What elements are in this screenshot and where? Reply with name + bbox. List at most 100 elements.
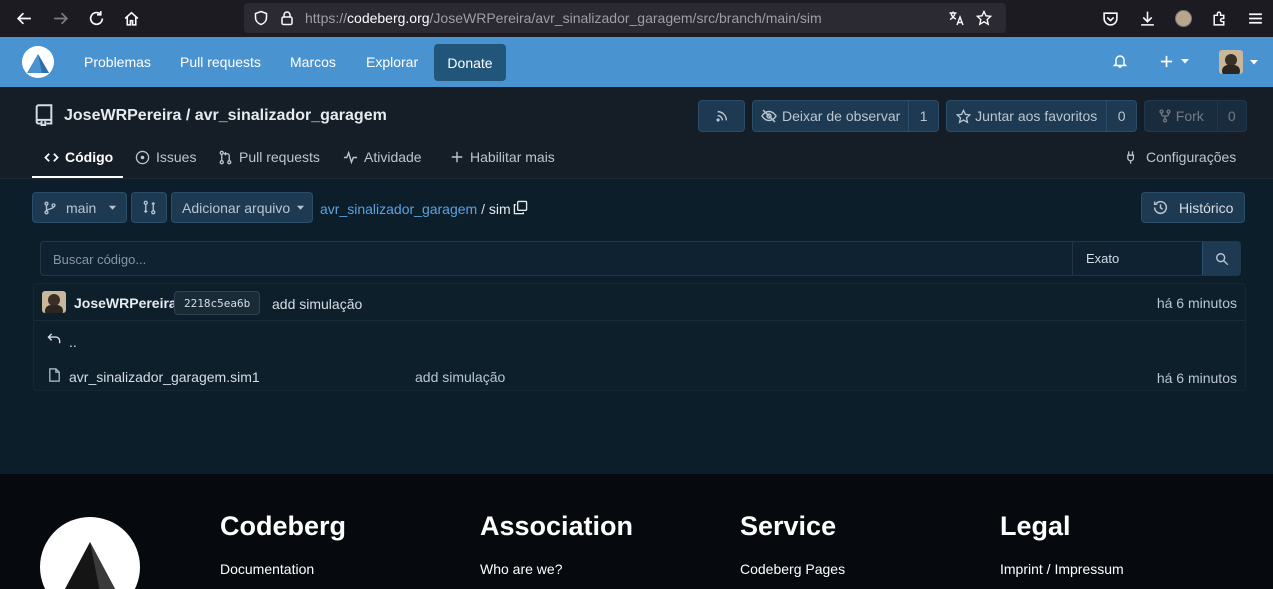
file-icon xyxy=(47,367,63,383)
star-icon xyxy=(956,108,972,124)
codeberg-logo[interactable] xyxy=(22,46,54,78)
repo-title[interactable]: JoseWRPereira / avr_sinalizador_garagem xyxy=(64,107,387,125)
tab-issues[interactable]: Issues xyxy=(135,149,196,165)
commit-author[interactable]: JoseWRPereira xyxy=(74,295,177,311)
unwatch-label: Deixar de observar xyxy=(782,108,901,124)
footer-link-codeberg-pages[interactable]: Codeberg Pages xyxy=(740,561,845,577)
caret-down-icon xyxy=(297,205,305,210)
reload-icon[interactable] xyxy=(84,6,108,30)
back-icon[interactable] xyxy=(12,6,36,30)
tab-issues-label: Issues xyxy=(156,149,197,165)
shield-icon[interactable] xyxy=(252,9,270,27)
watch-count[interactable]: 1 xyxy=(908,101,938,131)
pocket-icon[interactable] xyxy=(1098,6,1122,30)
nav-pull-requests[interactable]: Pull requests xyxy=(180,54,261,70)
home-icon[interactable] xyxy=(119,6,143,30)
star-count[interactable]: 0 xyxy=(1106,101,1136,131)
footer-link-imprint[interactable]: Imprint / Impressum xyxy=(1000,561,1124,577)
tab-atividade[interactable]: Atividade xyxy=(343,149,422,165)
footer-heading-association: Association xyxy=(480,511,634,541)
search-mode-label: Exato xyxy=(1086,251,1120,266)
rss-button[interactable] xyxy=(698,100,745,132)
nav-problemas[interactable]: Problemas xyxy=(84,54,151,70)
fork-count[interactable]: 0 xyxy=(1216,101,1246,131)
branch-name: main xyxy=(66,199,97,216)
tab-pull-requests[interactable]: Pull requests xyxy=(218,149,320,165)
footer-heading-legal: Legal xyxy=(1000,511,1071,541)
compare-icon xyxy=(143,200,155,215)
user-menu[interactable] xyxy=(1218,50,1260,74)
bell-icon[interactable] xyxy=(1111,52,1129,70)
branch-dropdown[interactable]: main xyxy=(32,192,127,223)
translate-icon[interactable] xyxy=(947,9,965,27)
account-avatar-icon[interactable] xyxy=(1171,6,1195,30)
search-button[interactable] xyxy=(1202,242,1240,275)
fork-button[interactable]: Fork 0 xyxy=(1144,100,1247,132)
file-commit-message[interactable]: add simulação xyxy=(415,369,505,385)
browser-toolbar: https://codeberg.org/JoseWRPereira/avr_s… xyxy=(0,0,1273,37)
file-commit-time: há 6 minutos xyxy=(1156,370,1237,386)
unwatch-button[interactable]: Deixar de observar 1 xyxy=(752,100,939,132)
menu-icon[interactable] xyxy=(1243,6,1267,30)
parent-dir-link[interactable]: .. xyxy=(69,334,77,350)
star-button[interactable]: Juntar aos favoritos 0 xyxy=(946,100,1137,132)
caret-down-icon xyxy=(109,205,117,210)
tab-pull-requests-label: Pull requests xyxy=(239,149,320,165)
lock-icon[interactable] xyxy=(278,9,296,27)
avatar[interactable] xyxy=(42,291,66,313)
tab-habilitar-mais[interactable]: Habilitar mais xyxy=(450,149,555,165)
repo-icon xyxy=(34,104,54,128)
fork-label: Fork xyxy=(1175,108,1204,124)
footer-heading-codeberg: Codeberg xyxy=(220,511,347,541)
tab-configuracoes[interactable]: Configurações xyxy=(1125,149,1236,165)
downloads-icon[interactable] xyxy=(1135,6,1159,30)
issue-icon xyxy=(135,150,150,164)
pull-request-icon xyxy=(219,150,232,164)
copy-path-icon[interactable] xyxy=(513,200,529,216)
add-file-dropdown[interactable]: Adicionar arquivo xyxy=(171,192,313,223)
rss-icon xyxy=(715,110,727,122)
compare-button[interactable] xyxy=(131,192,167,223)
caret-down-icon xyxy=(1250,60,1258,65)
eye-slash-icon xyxy=(761,109,777,123)
avatar xyxy=(1219,50,1243,74)
history-button[interactable]: Histórico xyxy=(1141,192,1245,223)
commit-message[interactable]: add simulação xyxy=(272,296,362,312)
footer-link-who-are-we[interactable]: Who are we? xyxy=(480,561,562,577)
file-name-link[interactable]: avr_sinalizador_garagem.sim1 xyxy=(69,369,260,385)
breadcrumb: avr_sinalizador_garagem / sim xyxy=(320,201,511,217)
extensions-icon[interactable] xyxy=(1207,6,1231,30)
history-label: Histórico xyxy=(1179,199,1234,216)
branch-icon xyxy=(44,201,56,214)
tab-codigo[interactable]: Código xyxy=(44,149,113,165)
url-text: https://codeberg.org/JoseWRPereira/avr_s… xyxy=(305,10,822,26)
nav-explorar[interactable]: Explorar xyxy=(366,54,418,70)
create-new-dropdown[interactable] xyxy=(1157,52,1191,70)
breadcrumb-repo-link[interactable]: avr_sinalizador_garagem xyxy=(320,201,477,217)
forward-icon[interactable] xyxy=(48,6,72,30)
commit-sha[interactable]: 2218c5ea6b xyxy=(174,291,261,315)
file-table: JoseWRPereira 2218c5ea6b add simulação h… xyxy=(33,283,1246,391)
active-tab-indicator xyxy=(32,176,123,178)
donate-button[interactable]: Donate xyxy=(434,44,506,81)
tab-habilitar-mais-label: Habilitar mais xyxy=(470,149,555,165)
repo-content: main Adicionar arquivo avr_sinalizador_g… xyxy=(0,179,1273,474)
latest-commit-row: JoseWRPereira 2218c5ea6b add simulação h… xyxy=(34,284,1245,321)
footer-link-documentation[interactable]: Documentation xyxy=(220,561,314,577)
footer-heading-service: Service xyxy=(740,511,837,541)
bookmark-star-icon[interactable] xyxy=(975,9,993,27)
url-bar[interactable]: https://codeberg.org/JoseWRPereira/avr_s… xyxy=(244,3,1006,33)
fork-icon xyxy=(1159,109,1171,123)
breadcrumb-separator: / xyxy=(477,201,489,217)
nav-marcos[interactable]: Marcos xyxy=(290,54,336,70)
tools-icon xyxy=(1127,150,1135,164)
site-navbar: Problemas Pull requests Marcos Explorar … xyxy=(0,37,1273,87)
search-input[interactable]: Buscar código... xyxy=(53,252,146,267)
caret-down-icon xyxy=(1180,59,1189,64)
code-search: Buscar código... Exato xyxy=(40,241,1241,276)
pulse-icon xyxy=(343,150,358,164)
search-mode-dropdown[interactable]: Exato xyxy=(1072,242,1202,275)
plus-icon xyxy=(451,151,463,163)
commit-time: há 6 minutos xyxy=(1156,295,1237,311)
code-icon xyxy=(44,152,59,162)
